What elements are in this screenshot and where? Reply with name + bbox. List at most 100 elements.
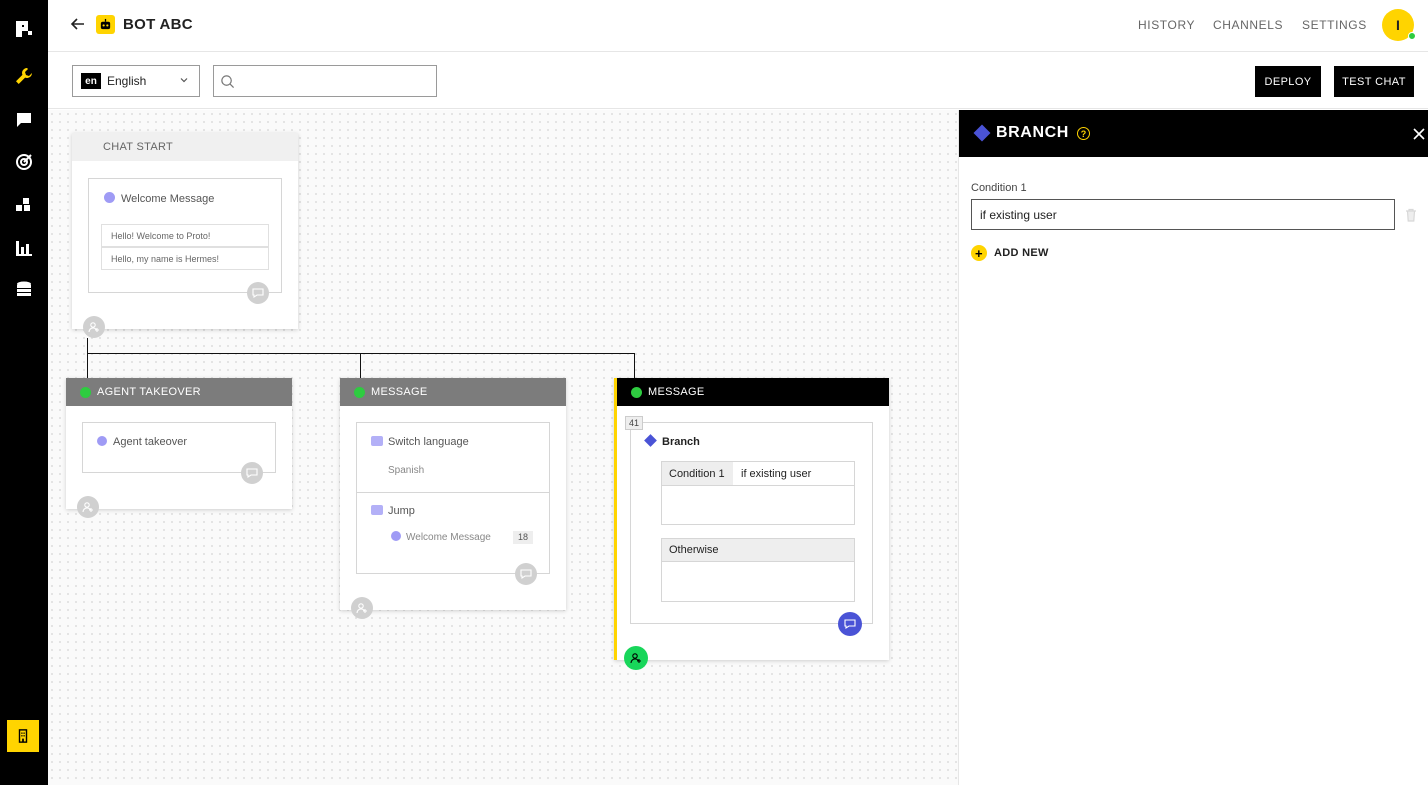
add-user-icon[interactable] [83,316,105,338]
add-new-condition-button[interactable]: + ADD NEW [971,245,1049,261]
message-node-selected[interactable]: MESSAGE 41 Branch Condition 1 if existin… [614,378,889,670]
agent-takeover-title-row: Agent takeover [97,436,187,448]
jump-target: Welcome Message [406,532,491,543]
divider [662,485,854,486]
close-icon[interactable] [1411,126,1427,142]
switch-language-value: Spanish [388,465,425,476]
add-user-icon[interactable] [351,597,373,619]
add-reply-icon[interactable] [838,612,862,636]
toolbar: en English DEPLOY TEST CHAT [48,53,1428,109]
message-node[interactable]: MESSAGE Switch language Spanish Jump Wel… [340,378,566,619]
back-arrow-icon[interactable] [68,14,88,34]
bot-title: BOT ABC [123,16,193,33]
nav-channels[interactable]: CHANNELS [1213,18,1283,32]
agent-takeover-header: AGENT TAKEOVER [66,378,292,406]
agent-takeover-header-label: AGENT TAKEOVER [97,386,201,398]
search-input[interactable] [240,70,430,92]
branch-diamond-icon [644,434,657,447]
help-icon[interactable]: ? [1077,127,1090,140]
message-header: MESSAGE [617,378,889,406]
language-label: English [107,74,147,88]
bot-icon [96,15,115,34]
building-icon[interactable] [7,720,39,752]
switch-language-title: Switch language [388,436,469,448]
test-chat-button[interactable]: TEST CHAT [1334,66,1414,97]
switch-language-row: Switch language [371,436,469,448]
avatar-initial: I [1396,17,1400,33]
panel-header: BRANCH ? [959,110,1428,157]
otherwise-label: Otherwise [662,539,854,562]
top-bar: BOT ABC HISTORY CHANNELS SETTINGS I [48,0,1428,52]
search-icon [221,75,235,89]
welcome-message-title-row: Welcome Message [104,192,214,205]
chat-icon[interactable] [12,108,36,132]
otherwise-box[interactable]: Otherwise [661,538,855,602]
jump-target-row: Welcome Message [391,531,491,543]
panel-title: BRANCH [996,124,1069,141]
condition-label: Condition 1 [662,462,733,485]
agent-takeover-node[interactable]: AGENT TAKEOVER Agent takeover [66,378,292,518]
condition-value: if existing user [741,468,812,480]
add-reply-icon[interactable] [241,462,263,484]
left-rail [0,0,48,785]
nav-settings[interactable]: SETTINGS [1302,18,1367,32]
chat-bubble-icon [354,386,365,398]
node-id-badge: 41 [625,416,643,430]
message-bubble-icon [104,192,115,203]
message-bubble-icon [391,531,401,541]
welcome-message-block[interactable]: Welcome Message Hello! Welcome to Proto!… [88,178,282,293]
welcome-message-title: Welcome Message [121,193,215,205]
agent-icon [97,436,107,446]
connector-line [360,353,361,378]
nav-history[interactable]: HISTORY [1138,18,1195,32]
user-avatar[interactable]: I [1382,9,1416,41]
message-header-label: MESSAGE [371,386,428,398]
trash-icon[interactable] [1405,208,1417,222]
agent-takeover-title: Agent takeover [113,436,187,448]
branch-panel: BRANCH ? Condition 1 + ADD NEW [958,110,1428,785]
condition-field-label: Condition 1 [971,182,1027,194]
chat-bubble-icon [80,386,91,398]
integrations-icon[interactable] [12,193,36,217]
condition-input[interactable] [971,199,1395,230]
divider [357,492,549,493]
jump-row: Jump [371,505,415,517]
branch-title: Branch [662,436,700,448]
deploy-button[interactable]: DEPLOY [1255,66,1321,97]
branch-block[interactable]: 41 Branch Condition 1 if existing user O… [625,416,873,624]
connector-line [87,338,88,353]
message-line: Hello, my name is Hermes! [101,247,269,270]
online-status-dot [1408,32,1416,40]
database-icon[interactable] [12,278,36,302]
branch-title-row: Branch [644,434,700,448]
plus-icon: + [971,245,987,261]
help-glyph: ? [1080,128,1087,139]
language-select[interactable]: en English [72,65,200,97]
switch-language-icon [371,436,383,446]
language-code: en [81,73,101,89]
message-header: MESSAGE [340,378,566,406]
add-user-icon[interactable] [77,496,99,518]
search-box[interactable] [213,65,437,97]
connector-line [87,353,635,354]
wrench-icon[interactable] [12,64,36,88]
branch-diamond-icon [973,124,991,142]
chevron-down-icon [180,78,188,83]
connector-line [634,353,635,378]
chat-start-header: CHAT START [72,133,298,161]
analytics-icon[interactable] [12,236,36,260]
target-icon[interactable] [12,150,36,174]
message-content-block[interactable]: Switch language Spanish Jump Welcome Mes… [356,422,550,574]
flow-canvas[interactable]: CHAT START Welcome Message Hello! Welcom… [48,110,958,785]
message-header-label: MESSAGE [648,386,705,398]
connector-line [87,353,88,378]
add-reply-icon[interactable] [247,282,269,304]
add-user-icon[interactable] [624,646,648,670]
chat-start-node[interactable]: CHAT START Welcome Message Hello! Welcom… [72,133,298,338]
add-new-label: ADD NEW [994,247,1049,259]
app-logo-icon[interactable] [12,17,36,41]
jump-count-badge: 18 [513,531,533,544]
chat-bubble-icon [631,386,642,398]
condition-box[interactable]: Condition 1 if existing user [661,461,855,525]
add-reply-icon[interactable] [515,563,537,585]
